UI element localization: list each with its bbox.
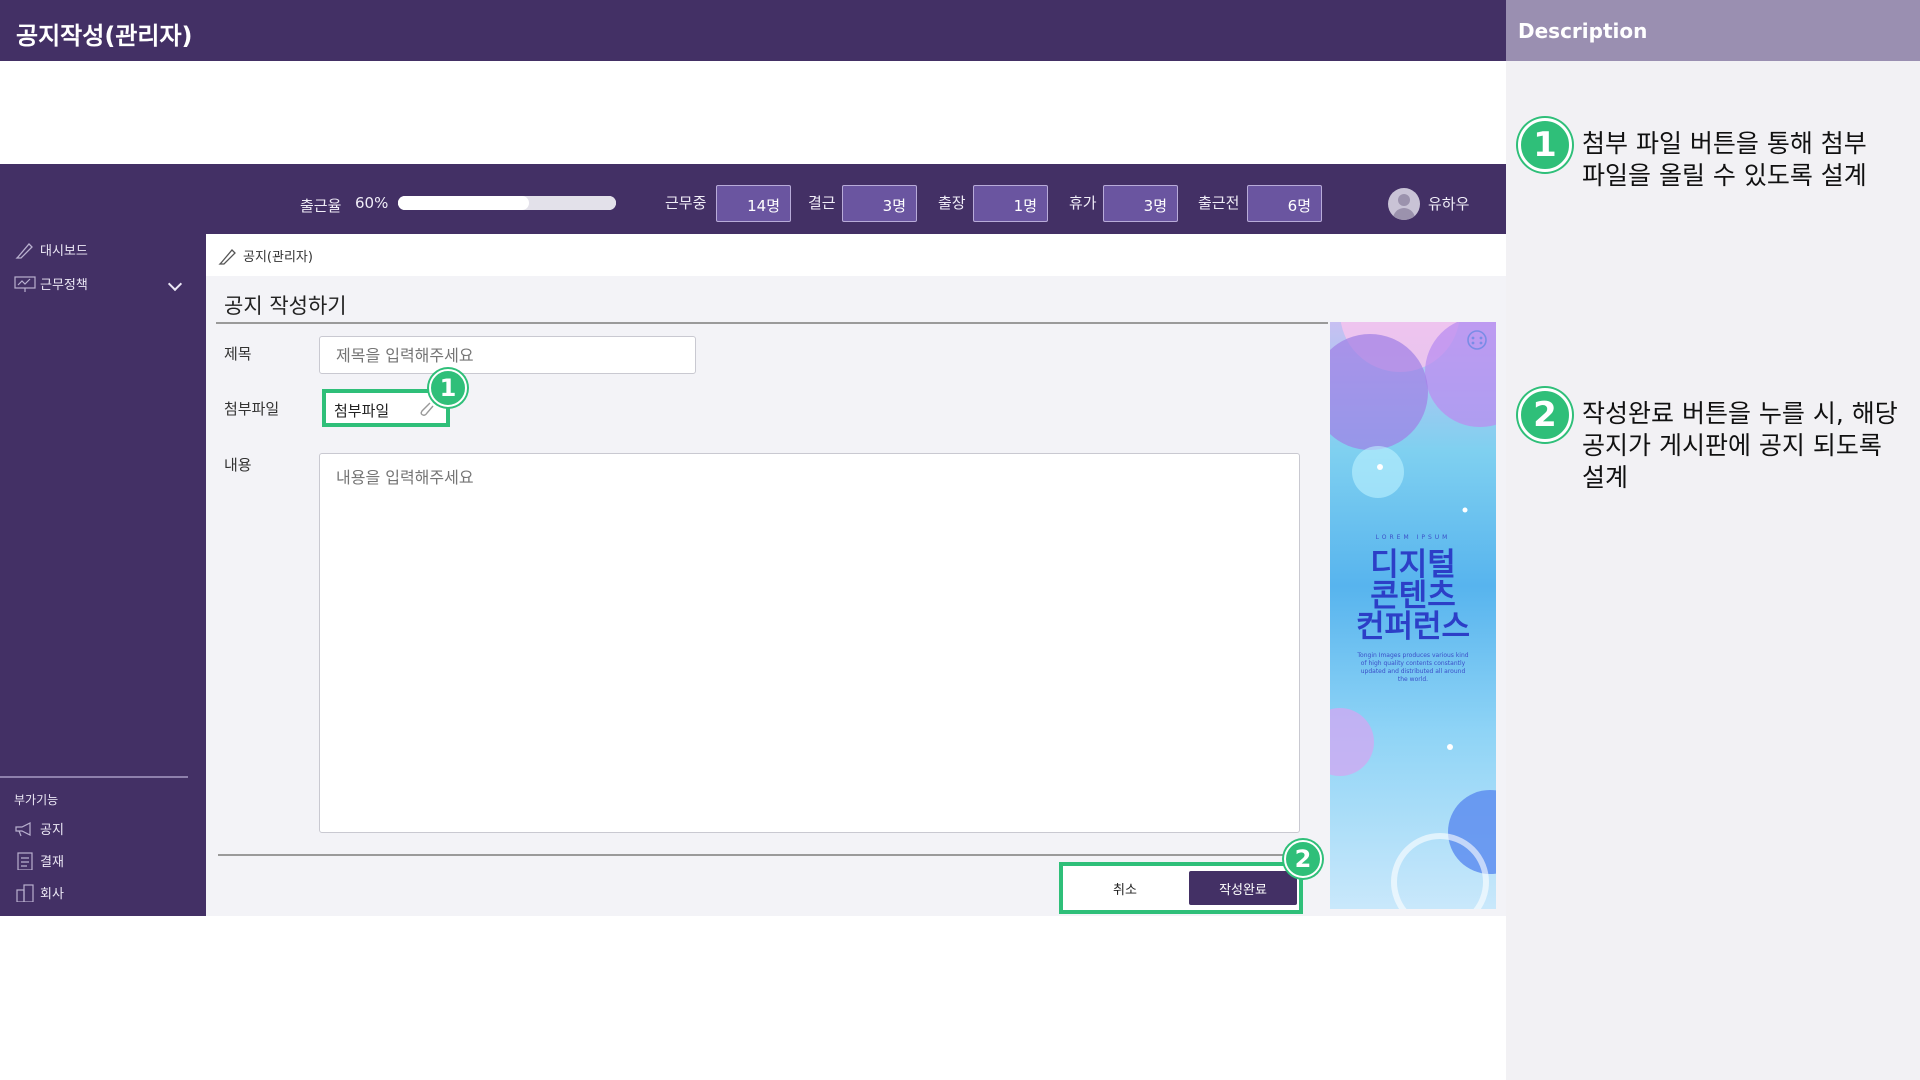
stat-value-trip[interactable]: 1명 (973, 185, 1048, 222)
attendance-percent: 60% (355, 194, 389, 212)
sidebar-divider (0, 776, 188, 778)
stat-value-absent[interactable]: 3명 (842, 185, 917, 222)
number-badge-1: 1 (1518, 118, 1572, 172)
pencil-icon (15, 242, 33, 259)
screen: 공지작성(관리자) Description 1 첨부 파일 버튼을 통해 첨부 … (0, 0, 1920, 1080)
pencil-icon (218, 248, 236, 265)
cancel-button[interactable]: 취소 (1069, 871, 1181, 905)
avatar[interactable] (1388, 188, 1420, 220)
breadcrumb[interactable]: 공지(관리자) (218, 246, 313, 265)
description-header: Description (1506, 0, 1920, 61)
number-badge-2: 2 (1518, 388, 1572, 442)
banner-body: Tongin Images produces various kind of h… (1357, 652, 1469, 683)
sidebar-section-label: 부가기능 (14, 793, 59, 807)
banner-headline-3: 컨퍼런스 (1355, 609, 1471, 645)
user-name[interactable]: 유하우 (1428, 193, 1469, 214)
sidebar-item-company[interactable]: 회사 (14, 883, 64, 902)
callout-badge-1: 1 (429, 369, 467, 407)
page-title: 공지작성(관리자) (16, 22, 193, 50)
app-header: 출근율 60% 근무중 14명 결근 3명 출장 1명 휴가 3명 출근전 6명… (0, 164, 1506, 234)
stat-value-before-work[interactable]: 6명 (1247, 185, 1322, 222)
attach-file-button-label: 첨부파일 (334, 402, 390, 420)
submit-button[interactable]: 작성완료 (1189, 871, 1297, 905)
sidebar-item-work-policy[interactable]: 근무정책 (14, 274, 88, 293)
description-panel: Description 1 첨부 파일 버튼을 통해 첨부 파일을 올릴 수 있… (1506, 0, 1920, 1080)
title-divider (216, 322, 1328, 324)
paperclip-icon (420, 402, 434, 416)
sidebar-item-label: 결재 (40, 855, 64, 870)
attendance-progress-bar (398, 196, 616, 210)
stat-value-vacation[interactable]: 3명 (1103, 185, 1178, 222)
main-content: 공지(관리자) 공지 작성하기 제목 첨부파일 첨부파일 1 내용 취소 작성완… (206, 234, 1506, 916)
progress-fill (398, 196, 529, 210)
description-text-1: 첨부 파일 버튼을 통해 첨부 파일을 올릴 수 있도록 설계 (1582, 129, 1867, 190)
clipboard-icon (17, 851, 33, 870)
attendance-label: 출근율 (300, 197, 342, 215)
attach-label: 첨부파일 (224, 400, 280, 418)
banner-headline-1: 디지털 (1370, 547, 1456, 583)
form-title: 공지 작성하기 (224, 294, 347, 318)
progress-track (398, 196, 616, 210)
bottom-divider (218, 854, 1306, 856)
description-text-2: 작성완료 버튼을 누를 시, 해당 공지가 게시판에 공지 되도록 설계 (1582, 399, 1898, 492)
sidebar-item-approval[interactable]: 결재 (14, 851, 64, 870)
avatar-head (1398, 194, 1410, 206)
sidebar-item-label: 회사 (40, 887, 64, 902)
avatar-body (1393, 208, 1415, 220)
breadcrumb-label: 공지(관리자) (243, 250, 313, 265)
description-item-1: 1 첨부 파일 버튼을 통해 첨부 파일을 올릴 수 있도록 설계 (1518, 118, 1902, 192)
sidebar-item-notice[interactable]: 공지 (14, 819, 64, 838)
sidebar-item-label: 근무정책 (40, 278, 88, 293)
content-label: 내용 (224, 456, 252, 474)
banner-headline-2: 콘텐츠 (1370, 578, 1456, 614)
subject-label: 제목 (224, 345, 252, 363)
callout-badge-2: 2 (1284, 840, 1322, 878)
stat-value-working[interactable]: 14명 (716, 185, 791, 222)
stat-label-working: 근무중 (665, 194, 707, 212)
sidebar-item-label: 공지 (40, 823, 64, 838)
content-textarea[interactable] (319, 453, 1300, 833)
breadcrumb-bar: 공지(관리자) (206, 234, 1506, 276)
sidebar-item-label: 대시보드 (40, 244, 88, 259)
subject-input[interactable] (319, 336, 696, 374)
sidebar: 대시보드 근무정책 부가기능 공지 결재 회사 (0, 234, 206, 916)
stat-label-trip: 출장 (938, 194, 966, 212)
description-item-2: 2 작성완료 버튼을 누를 시, 해당 공지가 게시판에 공지 되도록 설계 (1518, 388, 1902, 494)
page-title-bar: 공지작성(관리자) (0, 0, 1506, 61)
stat-label-before-work: 출근전 (1198, 194, 1240, 212)
sidebar-item-dashboard[interactable]: 대시보드 (14, 240, 88, 259)
banner-kicker: LOREM IPSUM (1375, 534, 1451, 541)
stat-label-vacation: 휴가 (1069, 194, 1097, 212)
megaphone-icon (15, 821, 31, 836)
presentation-icon (14, 275, 36, 292)
stat-label-absent: 결근 (808, 194, 836, 212)
building-icon (16, 883, 34, 902)
form-action-group: 취소 작성완료 (1059, 862, 1303, 914)
promo-banner[interactable]: LOREM IPSUM 디지털 콘텐츠 컨퍼런스 Tongin Images p… (1330, 322, 1496, 909)
chevron-down-icon[interactable] (167, 276, 183, 292)
